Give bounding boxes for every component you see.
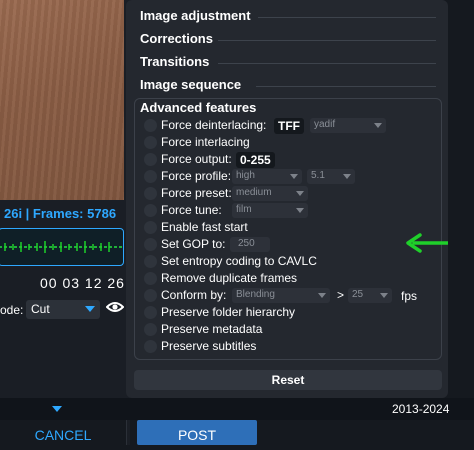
output-range-badge[interactable]: 0-255 — [236, 152, 275, 168]
option-label: Force profile: — [161, 169, 232, 183]
eye-icon[interactable] — [106, 300, 124, 314]
option-label: Remove duplicate frames — [161, 271, 298, 285]
mode-label: ode: — [0, 303, 24, 317]
radio-button[interactable] — [144, 153, 157, 166]
chevron-down-icon — [318, 293, 326, 298]
section-image-adjustment[interactable]: Image adjustment — [140, 8, 251, 26]
select-value: medium — [236, 187, 272, 198]
tune-select[interactable]: film — [232, 203, 308, 218]
option-label: Set entropy coding to CAVLC — [161, 254, 317, 268]
level-select[interactable]: 5.1 — [307, 169, 355, 184]
section-transitions[interactable]: Transitions — [140, 54, 209, 72]
gop-input[interactable]: 250 — [230, 237, 270, 252]
chevron-down-icon — [343, 174, 351, 179]
option-preserve-folder-hierarchy[interactable]: Preserve folder hierarchy — [144, 305, 384, 321]
select-value: high — [236, 170, 255, 181]
conform-method-select[interactable]: Blending — [232, 288, 330, 303]
mode-select-value: Cut — [31, 302, 50, 316]
option-entropy-cavlc[interactable]: Set entropy coding to CAVLC — [144, 254, 384, 270]
radio-button[interactable] — [144, 187, 157, 200]
radio-button[interactable] — [144, 204, 157, 217]
option-label: Conform by: — [161, 288, 227, 302]
cancel-button[interactable]: CANCEL — [0, 420, 127, 445]
frames-info: 26i | Frames: 5786 — [4, 206, 117, 221]
select-value: film — [236, 204, 252, 215]
option-label: Preserve subtitles — [161, 339, 257, 353]
option-label: Preserve metadata — [161, 322, 263, 336]
deinterlace-method-select[interactable]: yadif — [310, 118, 386, 133]
option-label: Force interlacing — [161, 135, 250, 149]
divider — [218, 63, 436, 64]
option-label: Force deinterlacing: — [161, 118, 267, 132]
chevron-down-icon — [296, 208, 304, 213]
profile-select[interactable]: high — [232, 169, 302, 184]
radio-button[interactable] — [144, 289, 157, 302]
timecode: 00 03 12 26 — [40, 275, 125, 291]
option-force-interlacing[interactable]: Force interlacing — [144, 135, 344, 151]
post-button[interactable]: POST — [137, 420, 257, 445]
section-corrections[interactable]: Corrections — [140, 31, 213, 49]
reset-button[interactable]: Reset — [134, 370, 442, 390]
option-label: Set GOP to: — [161, 237, 226, 251]
select-value: Blending — [236, 289, 275, 300]
chevron-down-icon — [290, 174, 298, 179]
scrollbar-track[interactable] — [448, 0, 474, 398]
select-value: yadif — [314, 119, 336, 130]
chevron-down-icon — [52, 406, 62, 412]
radio-button[interactable] — [144, 221, 157, 234]
radio-button[interactable] — [144, 323, 157, 336]
mode-select[interactable]: Cut — [26, 300, 100, 319]
audio-waveform[interactable] — [0, 228, 124, 266]
section-image-sequence[interactable]: Image sequence — [140, 77, 241, 95]
settings-panel: Image adjustment Corrections Transitions… — [126, 0, 474, 398]
left-panel: 26i | Frames: 5786 00 03 12 26 ode: Cut — [0, 0, 130, 445]
option-enable-fast-start[interactable]: Enable fast start — [144, 220, 344, 236]
option-label: Force output: — [161, 152, 232, 166]
option-label: Force tune: — [161, 203, 222, 217]
conform-gt-symbol: > — [337, 288, 345, 302]
select-value: 25 — [352, 289, 364, 300]
chevron-down-icon — [296, 191, 304, 196]
radio-button[interactable] — [144, 306, 157, 319]
option-preserve-subtitles[interactable]: Preserve subtitles — [144, 339, 344, 355]
radio-button[interactable] — [144, 272, 157, 285]
deinterlace-field-badge[interactable]: TFF — [274, 118, 304, 134]
divider — [218, 40, 436, 41]
video-preview[interactable] — [0, 0, 124, 200]
chevron-down-icon — [380, 293, 388, 298]
fps-label: fps — [401, 289, 418, 303]
chevron-down-icon — [374, 123, 382, 128]
preset-select[interactable]: medium — [232, 186, 308, 201]
radio-button[interactable] — [144, 119, 157, 132]
radio-button[interactable] — [144, 238, 157, 251]
radio-button[interactable] — [144, 136, 157, 149]
waveform-graphic — [0, 241, 123, 253]
option-remove-duplicate-frames[interactable]: Remove duplicate frames — [144, 271, 384, 287]
divider — [258, 17, 436, 18]
select-value: 5.1 — [311, 170, 325, 181]
radio-button[interactable] — [144, 340, 157, 353]
copyright-text: 2013-2024 — [392, 402, 450, 416]
option-label: Force preset: — [161, 186, 232, 200]
radio-button[interactable] — [144, 170, 157, 183]
left-bottom-select[interactable] — [0, 398, 130, 420]
radio-button[interactable] — [144, 255, 157, 268]
conform-fps-select[interactable]: 25 — [348, 288, 392, 303]
divider — [256, 86, 436, 87]
section-advanced-features[interactable]: Advanced features — [140, 100, 256, 118]
option-preserve-metadata[interactable]: Preserve metadata — [144, 322, 344, 338]
option-set-gop[interactable]: Set GOP to: — [144, 237, 244, 253]
chevron-down-icon — [85, 306, 95, 312]
option-label: Preserve folder hierarchy — [161, 305, 296, 319]
option-label: Enable fast start — [161, 220, 248, 234]
